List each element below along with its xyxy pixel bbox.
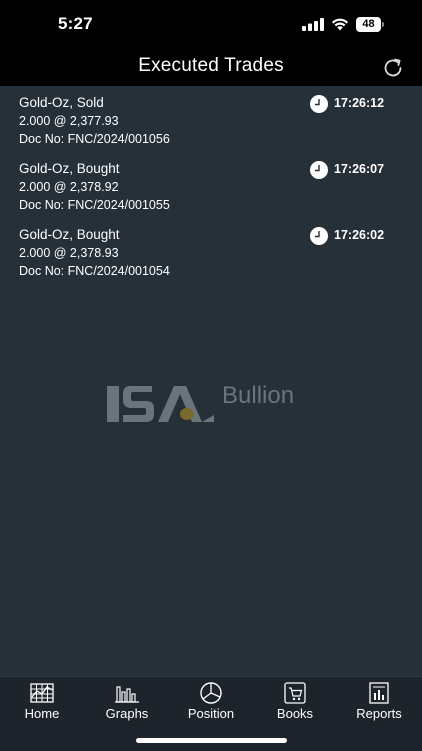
cart-icon [284,682,306,704]
nav-position[interactable]: Position [169,681,253,725]
status-time: 5:27 [58,14,93,33]
clock-icon [310,227,328,245]
isa-logo-mark [107,386,214,422]
trade-qty-price: 2.000 @ 2,378.92 [19,180,119,194]
wifi-icon [331,18,349,31]
executed-trades-screen: 5:27 48 Executed Trades Gold-Oz, Sold 2.… [0,0,422,751]
trade-qty-price: 2.000 @ 2,377.93 [19,114,119,128]
isa-bullion-logo: Bullion [106,382,321,426]
trade-item[interactable]: Gold-Oz, Bought 2.000 @ 2,378.92 Doc No:… [0,158,422,224]
trade-instrument: Gold-Oz, Bought [19,161,120,176]
home-indicator [136,738,287,743]
trade-doc-number: Doc No: FNC/2024/001056 [19,132,170,146]
clock-icon [310,161,328,179]
nav-graphs[interactable]: Graphs [85,681,169,725]
trade-time: 17:26:12 [334,96,385,110]
battery-level: 48 [362,18,375,30]
nav-label-home: Home [24,706,60,721]
report-icon [369,682,389,704]
trade-instrument: Gold-Oz, Bought [19,227,120,242]
trade-qty-price: 2.000 @ 2,378.93 [19,246,119,260]
trade-doc-number: Doc No: FNC/2024/001055 [19,198,170,212]
nav-reports[interactable]: Reports [337,681,421,725]
bar-chart-icon [115,686,139,703]
nav-label-reports: Reports [356,706,402,721]
page-title: Executed Trades [138,55,284,76]
trade-list: Gold-Oz, Sold 2.000 @ 2,377.93 Doc No: F… [0,92,422,290]
nav-label-books: Books [276,706,314,721]
header: Executed Trades [0,48,422,86]
trade-time: 17:26:02 [334,228,385,242]
refresh-icon[interactable] [381,56,405,80]
cellular-signal-icon [302,18,324,31]
pie-chart-icon [200,682,222,704]
trade-item[interactable]: Gold-Oz, Bought 2.000 @ 2,378.93 Doc No:… [0,224,422,290]
trade-time: 17:26:07 [334,162,385,176]
nav-books[interactable]: Books [253,681,337,725]
status-bar: 5:27 48 [0,0,422,48]
trade-doc-number: Doc No: FNC/2024/001054 [19,264,170,278]
grid-chart-icon [30,683,54,703]
battery-icon: 48 [356,17,386,32]
nav-home[interactable]: Home [0,681,84,725]
trade-instrument: Gold-Oz, Sold [19,95,104,110]
nav-label-graphs: Graphs [105,706,149,721]
nav-label-position: Position [187,706,235,721]
logo-text: Bullion [222,382,295,409]
trade-item[interactable]: Gold-Oz, Sold 2.000 @ 2,377.93 Doc No: F… [0,92,422,158]
clock-icon [310,95,328,113]
